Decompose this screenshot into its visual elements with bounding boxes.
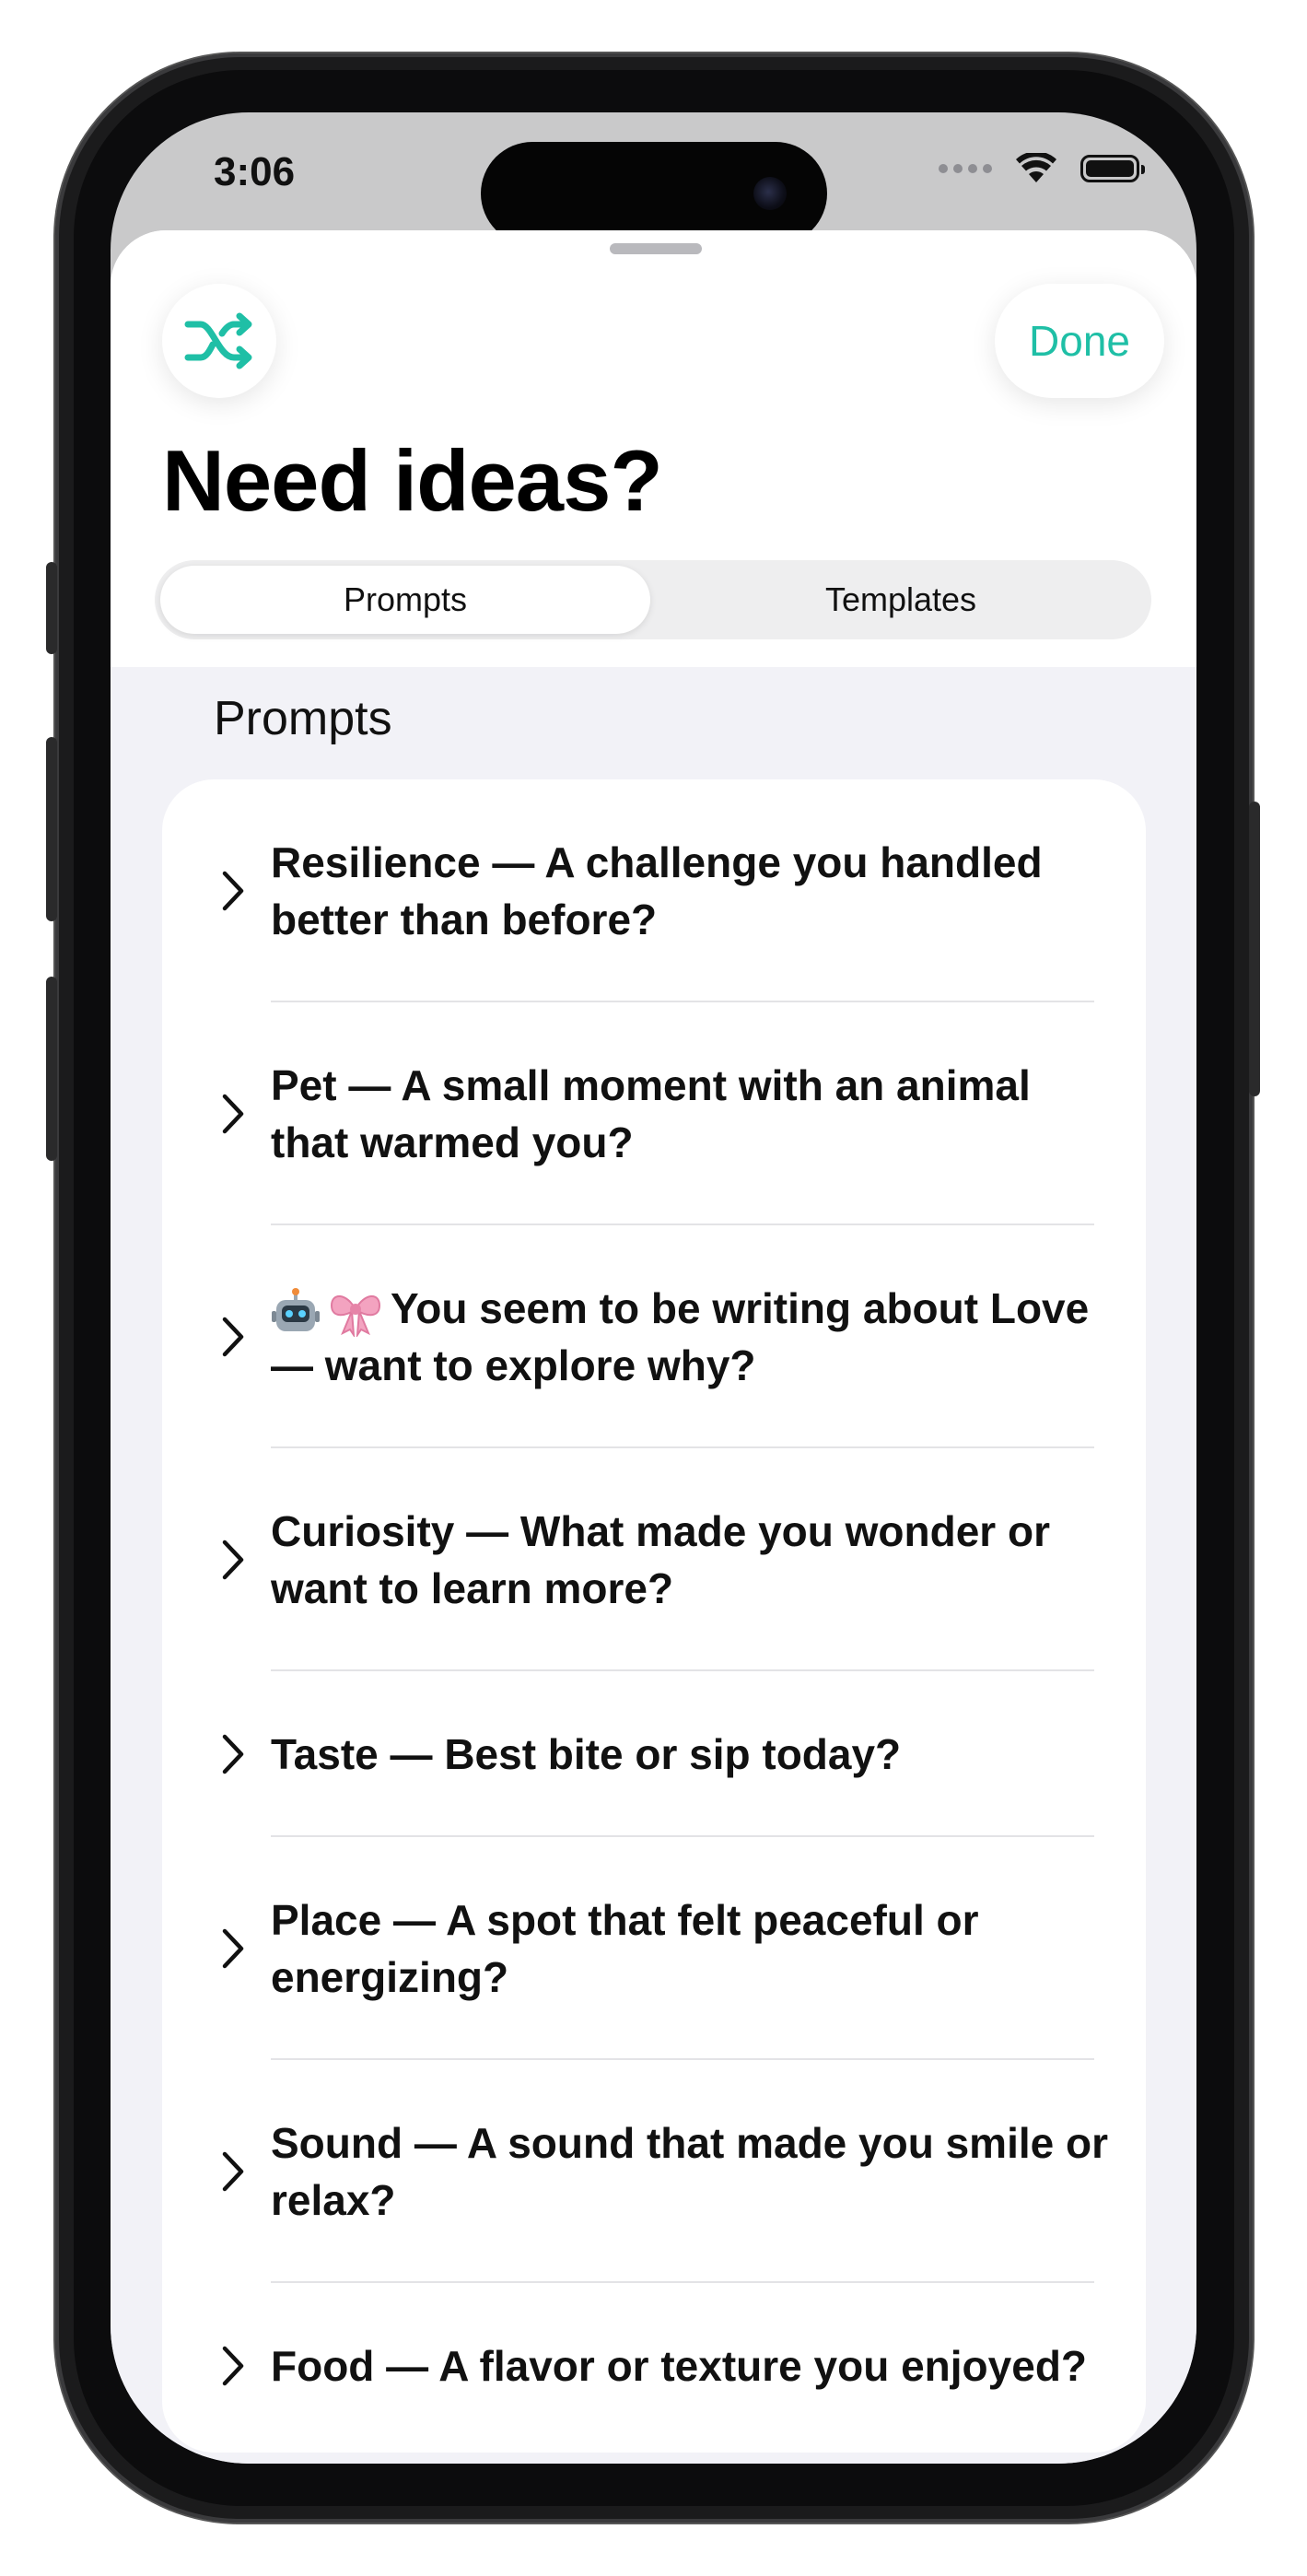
status-time: 3:06 (214, 149, 296, 194)
prompt-text: Resilience — A challenge you handled bet… (271, 838, 1043, 943)
list-item[interactable]: Taste — Best bite or sip today? (162, 1671, 1146, 1837)
wifi-icon (1016, 153, 1056, 182)
chevron-right-icon (222, 1317, 244, 1357)
prompt-text: Food — A flavor or texture you enjoyed? (271, 2342, 1088, 2390)
page-title: Need ideas? (162, 432, 663, 529)
chevron-right-icon (222, 871, 244, 911)
prompt-text: Taste — Best bite or sip today? (271, 1730, 902, 1778)
bow-icon (330, 1294, 381, 1337)
prompt-text: Sound — A sound that made you smile or r… (271, 2119, 1108, 2224)
volume-down-button (46, 977, 57, 1161)
prompt-text: You seem to be writing about Love — want… (271, 1280, 1109, 1394)
camera-icon (753, 177, 787, 210)
sheet-grabber[interactable] (610, 243, 702, 254)
list-item[interactable]: Food — A flavor or texture you enjoyed? (162, 2283, 1146, 2453)
done-button[interactable]: Done (995, 284, 1164, 398)
prompt-text-content: You seem to be writing about Love — want… (271, 1284, 1090, 1389)
segmented-control: Prompts Templates (155, 560, 1151, 639)
action-button (46, 562, 57, 654)
list-item[interactable]: Curiosity — What made you wonder or want… (162, 1448, 1146, 1671)
list-item[interactable]: Resilience — A challenge you handled bet… (162, 779, 1146, 1002)
prompts-list: Resilience — A challenge you handled bet… (162, 779, 1146, 2453)
robot-icon (272, 1287, 320, 1331)
status-icons (939, 153, 1145, 184)
chevron-right-icon (222, 1540, 244, 1580)
prompt-text: Curiosity — What made you wonder or want… (271, 1507, 1050, 1612)
prompt-text: Place — A spot that felt peaceful or ene… (271, 1896, 979, 2001)
cellular-signal-icon (939, 164, 992, 173)
list-item[interactable]: You seem to be writing about Love — want… (162, 1225, 1146, 1448)
prompt-text: Pet — A small moment with an animal that… (271, 1061, 1031, 1166)
list-item[interactable]: Pet — A small moment with an animal that… (162, 1002, 1146, 1225)
section-title: Prompts (214, 692, 392, 745)
list-item[interactable]: Sound — A sound that made you smile or r… (162, 2060, 1146, 2283)
volume-up-button (46, 737, 57, 921)
battery-icon (1080, 155, 1145, 182)
tab-prompts[interactable]: Prompts (160, 566, 650, 634)
screen: 3:06 Done Need ideas? Prompts Templates … (111, 112, 1196, 2464)
chevron-right-icon (222, 2346, 244, 2386)
chevron-right-icon (222, 1734, 244, 1774)
chevron-right-icon (222, 1094, 244, 1134)
chevron-right-icon (222, 2151, 244, 2192)
chevron-right-icon (222, 1928, 244, 1969)
shuffle-icon (184, 312, 252, 369)
tab-templates[interactable]: Templates (656, 566, 1146, 634)
ideas-sheet: Done Need ideas? Prompts Templates Promp… (111, 230, 1196, 2464)
shuffle-button[interactable] (162, 284, 276, 398)
power-button (1249, 802, 1260, 1096)
list-item[interactable]: Place — A spot that felt peaceful or ene… (162, 1837, 1146, 2060)
